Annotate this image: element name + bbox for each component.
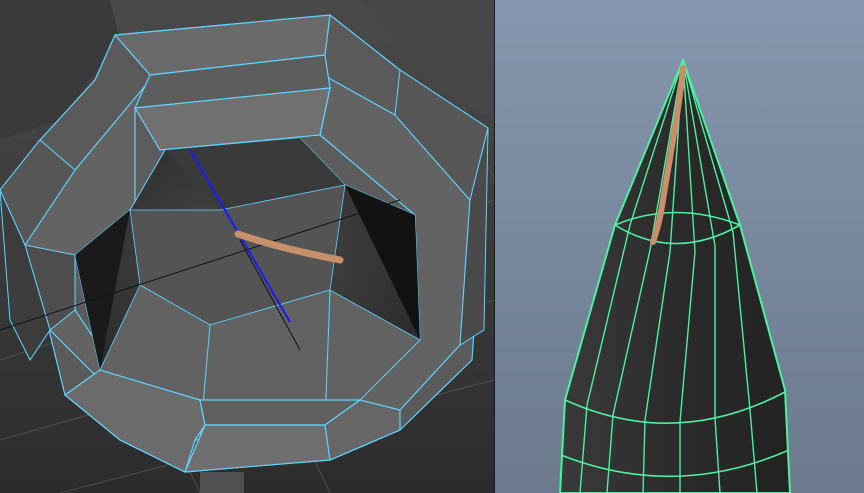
viewport-left-canvas[interactable]: [0, 0, 494, 493]
mesh-stem: [200, 472, 244, 493]
viewport-right[interactable]: [495, 0, 864, 493]
viewport-left[interactable]: [0, 0, 494, 493]
split-viewport-screenshot: [0, 0, 864, 493]
viewport-right-canvas[interactable]: [495, 0, 864, 493]
top-bevel-slabs: [113, 14, 331, 151]
